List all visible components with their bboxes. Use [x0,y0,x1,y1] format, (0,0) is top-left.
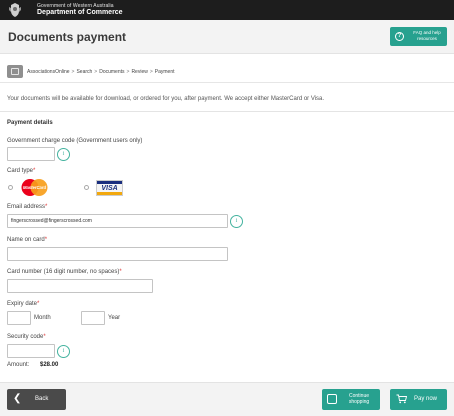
expiry-month-input[interactable] [7,311,31,325]
info-icon[interactable]: i [57,148,70,161]
cart-icon [396,394,407,404]
continue-shopping-button[interactable]: Continue shopping [322,389,380,410]
charge-code-label: Government charge code (Government users… [7,138,143,144]
visa-logo-stripe [97,192,122,195]
breadcrumb-item-documents[interactable]: Documents [99,69,124,75]
card-number-input[interactable] [7,279,153,293]
month-label: Month [34,315,51,321]
department-name: Department of Commerce [37,9,123,16]
pay-now-label: Pay now [414,396,438,402]
info-icon[interactable]: i [57,345,70,358]
radio-visa[interactable] [84,185,89,190]
expiry-date-label: Expiry date* [7,301,39,307]
required-mark: * [33,168,36,174]
breadcrumb-item-search[interactable]: Search [76,69,92,75]
required-mark: * [119,269,122,275]
breadcrumb-item-associations[interactable]: AssociationsOnline [27,69,70,75]
card-number-label-text: Card number (16 digit number, no spaces) [7,269,120,275]
amount-value: $28.00 [40,362,59,368]
page-header: Documents payment [0,20,454,54]
email-label: Email address* [7,204,47,210]
charge-code-input[interactable] [7,147,55,161]
required-mark: * [45,204,48,210]
continue-shopping-label: Continue shopping [348,393,370,405]
breadcrumb-bar: AssociationsOnline > Search > Documents > Revi… [0,61,454,83]
breadcrumb-item-review[interactable]: Review [131,69,147,75]
chevron-left-icon: ❮ [13,393,22,404]
breadcrumb-separator: > [126,69,130,75]
breadcrumb: AssociationsOnline > Search > Documents > Revi… [27,69,175,75]
expiry-year-input[interactable] [81,311,105,325]
pay-now-button[interactable]: Pay now [390,389,447,410]
intro-text: Your documents will be available for dow… [7,96,325,102]
card-type-label-text: Card type [7,168,34,174]
name-on-card-label: Name on card* [7,237,47,243]
faq-help-label: FAQ and help resources [413,30,441,41]
coat-of-arms-icon [9,3,21,17]
required-mark: * [37,301,40,307]
name-on-card-input[interactable] [7,247,228,261]
visa-logo: VISA [96,180,123,196]
home-icon[interactable] [7,65,23,78]
amount-label: Amount: [7,362,30,368]
radio-mastercard[interactable] [8,185,13,190]
mastercard-logo-text: MasterCard [23,185,46,190]
section-title: Payment details [7,120,53,126]
card-number-label: Card number (16 digit number, no spaces)… [7,269,122,275]
footer-bar: ❮ Back Continue shopping Pay now [0,382,454,416]
breadcrumb-separator: > [71,69,75,75]
breadcrumb-separator: > [94,69,98,75]
question-icon: ? [395,32,404,41]
back-button[interactable]: ❮ Back [7,389,66,410]
security-code-label-text: Security code [7,334,44,340]
expiry-date-label-text: Expiry date [7,301,38,307]
email-input[interactable] [7,214,228,228]
required-mark: * [44,237,48,243]
divider [0,111,454,112]
info-icon[interactable]: i [230,215,243,228]
faq-help-button[interactable]: ? FAQ and help resources [390,27,447,46]
required-mark: * [43,334,46,340]
email-label-text: Email address [7,204,46,210]
mastercard-logo: MasterCard [21,179,48,196]
shopping-bag-icon [327,394,337,404]
back-button-label: Back [35,396,49,402]
security-code-label: Security code* [7,334,46,340]
government-top-bar: Government of Western Australia Departme… [0,0,454,20]
breadcrumb-separator: > [149,69,153,75]
year-label: Year [108,315,121,321]
card-type-label: Card type* [7,168,35,174]
security-code-input[interactable] [7,344,55,358]
name-on-card-label-text: Name on card [7,237,45,243]
breadcrumb-item-payment: Payment [154,69,175,75]
page-title: Documents payment [8,30,127,44]
